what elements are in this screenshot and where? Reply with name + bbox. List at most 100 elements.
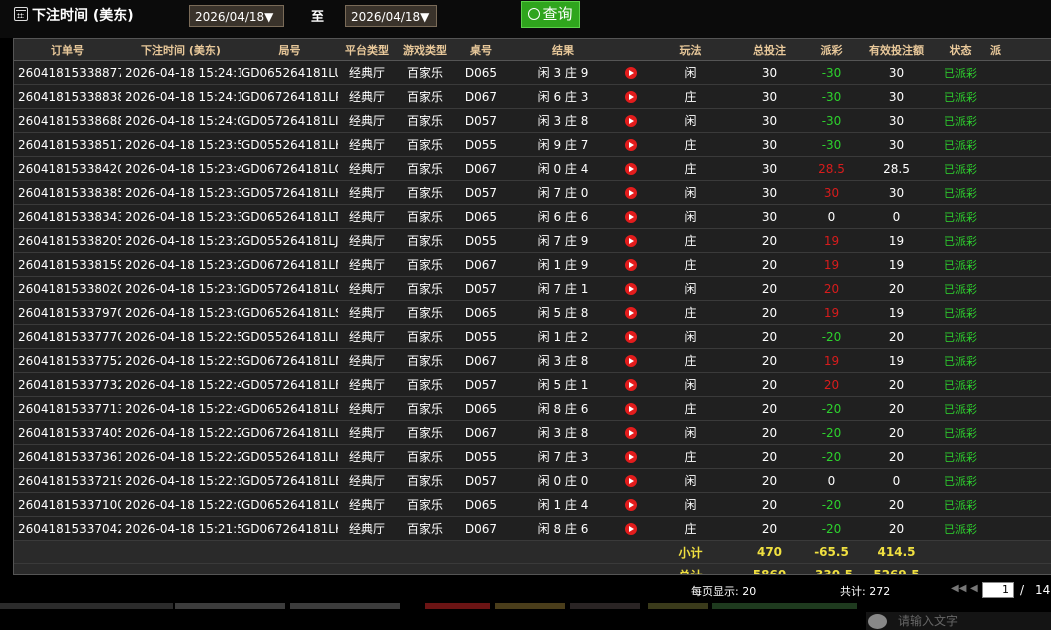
cell-replay[interactable] — [618, 204, 643, 229]
cell-valid-bet: 20 — [862, 276, 931, 301]
cell-order-no: 260418153380206 — [14, 276, 121, 301]
cell-table-no: D057 — [454, 108, 508, 133]
table-row: 2604181533802062026-04-18 15:23:10GD0572… — [14, 276, 1051, 301]
cell-replay[interactable] — [618, 132, 643, 157]
cell-valid-bet: 20 — [862, 324, 931, 349]
play-icon[interactable] — [624, 307, 637, 319]
play-icon[interactable] — [624, 379, 637, 391]
cell-bet-time: 2026-04-18 15:23:36 — [121, 204, 241, 229]
play-icon[interactable] — [624, 331, 637, 343]
cell-extra — [990, 204, 1051, 229]
cell-total-bet: 20 — [738, 372, 801, 397]
cell-round-no: GD065264181LT — [241, 204, 338, 229]
cell-replay[interactable] — [618, 180, 643, 205]
cell-table-no: D067 — [454, 84, 508, 109]
cell-valid-bet: 30 — [862, 108, 931, 133]
col-replay — [618, 39, 643, 61]
cell-valid-bet: 20 — [862, 516, 931, 541]
cell-valid-bet: 20 — [862, 372, 931, 397]
cell-payout: -20 — [801, 492, 862, 517]
play-icon[interactable] — [624, 259, 637, 271]
play-icon[interactable] — [624, 355, 637, 367]
cell-bet-type: 闲 — [643, 276, 738, 301]
play-icon[interactable] — [624, 283, 637, 295]
cell-bet-time: 2026-04-18 15:24:02 — [121, 108, 241, 133]
cell-replay[interactable] — [618, 420, 643, 445]
cell-replay[interactable] — [618, 252, 643, 277]
cell-bet-type: 闲 — [643, 324, 738, 349]
cell-round-no: GD055264181LJ — [241, 228, 338, 253]
cell-replay[interactable] — [618, 156, 643, 181]
play-icon[interactable] — [624, 235, 637, 247]
col-total-bet: 总投注 — [738, 39, 801, 61]
play-icon[interactable] — [624, 67, 637, 79]
cell-payout: -20 — [801, 420, 862, 445]
cell-replay[interactable] — [618, 84, 643, 109]
cell-valid-bet: 28.5 — [862, 156, 931, 181]
cell-valid-bet: 20 — [862, 444, 931, 469]
taskbar-segment — [712, 603, 857, 609]
cell-replay[interactable] — [618, 300, 643, 325]
cell-bet-type: 闲 — [643, 60, 738, 85]
cell-bet-time: 2026-04-18 15:22:48 — [121, 396, 241, 421]
cell-replay[interactable] — [618, 324, 643, 349]
chat-input[interactable]: 请输入文字 — [893, 612, 1051, 630]
play-icon[interactable] — [624, 187, 637, 199]
cell-replay[interactable] — [618, 348, 643, 373]
play-icon[interactable] — [624, 523, 637, 535]
cell-extra — [990, 372, 1051, 397]
cell-replay[interactable] — [618, 108, 643, 133]
cell-table-no: D057 — [454, 276, 508, 301]
table-row: 2604181533740562026-04-18 15:22:23GD0672… — [14, 420, 1051, 445]
play-icon[interactable] — [624, 163, 637, 175]
cell-round-no: GD065264181LQ — [241, 492, 338, 517]
total-pages: 14 — [1035, 583, 1051, 597]
cell-replay[interactable] — [618, 60, 643, 85]
play-icon[interactable] — [624, 115, 637, 127]
cell-replay[interactable] — [618, 444, 643, 469]
cell-valid-bet: 20 — [862, 396, 931, 421]
play-icon[interactable] — [624, 451, 637, 463]
cell-payout: 0 — [801, 468, 862, 493]
cell-valid-bet: 30 — [862, 132, 931, 157]
cell-table-no: D067 — [454, 252, 508, 277]
cell-extra — [990, 516, 1051, 541]
play-icon[interactable] — [624, 139, 637, 151]
cell-replay[interactable] — [618, 468, 643, 493]
cell-payout: 28.5 — [801, 156, 862, 181]
cell-replay[interactable] — [618, 228, 643, 253]
cell-order-no: 260418153371009 — [14, 492, 121, 517]
cell-round-no: GD067264181LM — [241, 348, 338, 373]
cell-extra — [990, 180, 1051, 205]
cell-replay[interactable] — [618, 276, 643, 301]
cell-game-type: 百家乐 — [396, 276, 454, 301]
play-icon[interactable] — [624, 499, 637, 511]
play-icon[interactable] — [624, 475, 637, 487]
cell-round-no: GD055264181LH — [241, 444, 338, 469]
cell-replay[interactable] — [618, 396, 643, 421]
cell-total-bet: 30 — [738, 132, 801, 157]
cell-game-type: 百家乐 — [396, 492, 454, 517]
query-button[interactable]: 查询 — [521, 1, 580, 28]
cell-total-bet: 20 — [738, 348, 801, 373]
cell-replay[interactable] — [618, 492, 643, 517]
first-page-icon[interactable]: ◀◀ — [951, 583, 966, 594]
cell-game-type: 百家乐 — [396, 444, 454, 469]
search-icon — [528, 8, 541, 20]
prev-page-icon[interactable]: ◀ — [970, 583, 978, 594]
cell-result: 闲 1 庄 9 — [508, 252, 618, 277]
cell-valid-bet: 0 — [862, 204, 931, 229]
cell-platform: 经典厅 — [338, 324, 396, 349]
play-icon[interactable] — [624, 403, 637, 415]
cell-bet-type: 庄 — [643, 252, 738, 277]
date-to-select[interactable]: 2026/04/18▼ — [345, 5, 437, 27]
cell-status: 已派彩 — [931, 396, 990, 421]
taskbar-segment — [175, 603, 285, 609]
cell-replay[interactable] — [618, 516, 643, 541]
play-icon[interactable] — [624, 211, 637, 223]
page-number-input[interactable]: 1 — [982, 582, 1014, 598]
cell-replay[interactable] — [618, 372, 643, 397]
play-icon[interactable] — [624, 427, 637, 439]
play-icon[interactable] — [624, 91, 637, 103]
date-from-select[interactable]: 2026/04/18▼ — [189, 5, 284, 27]
